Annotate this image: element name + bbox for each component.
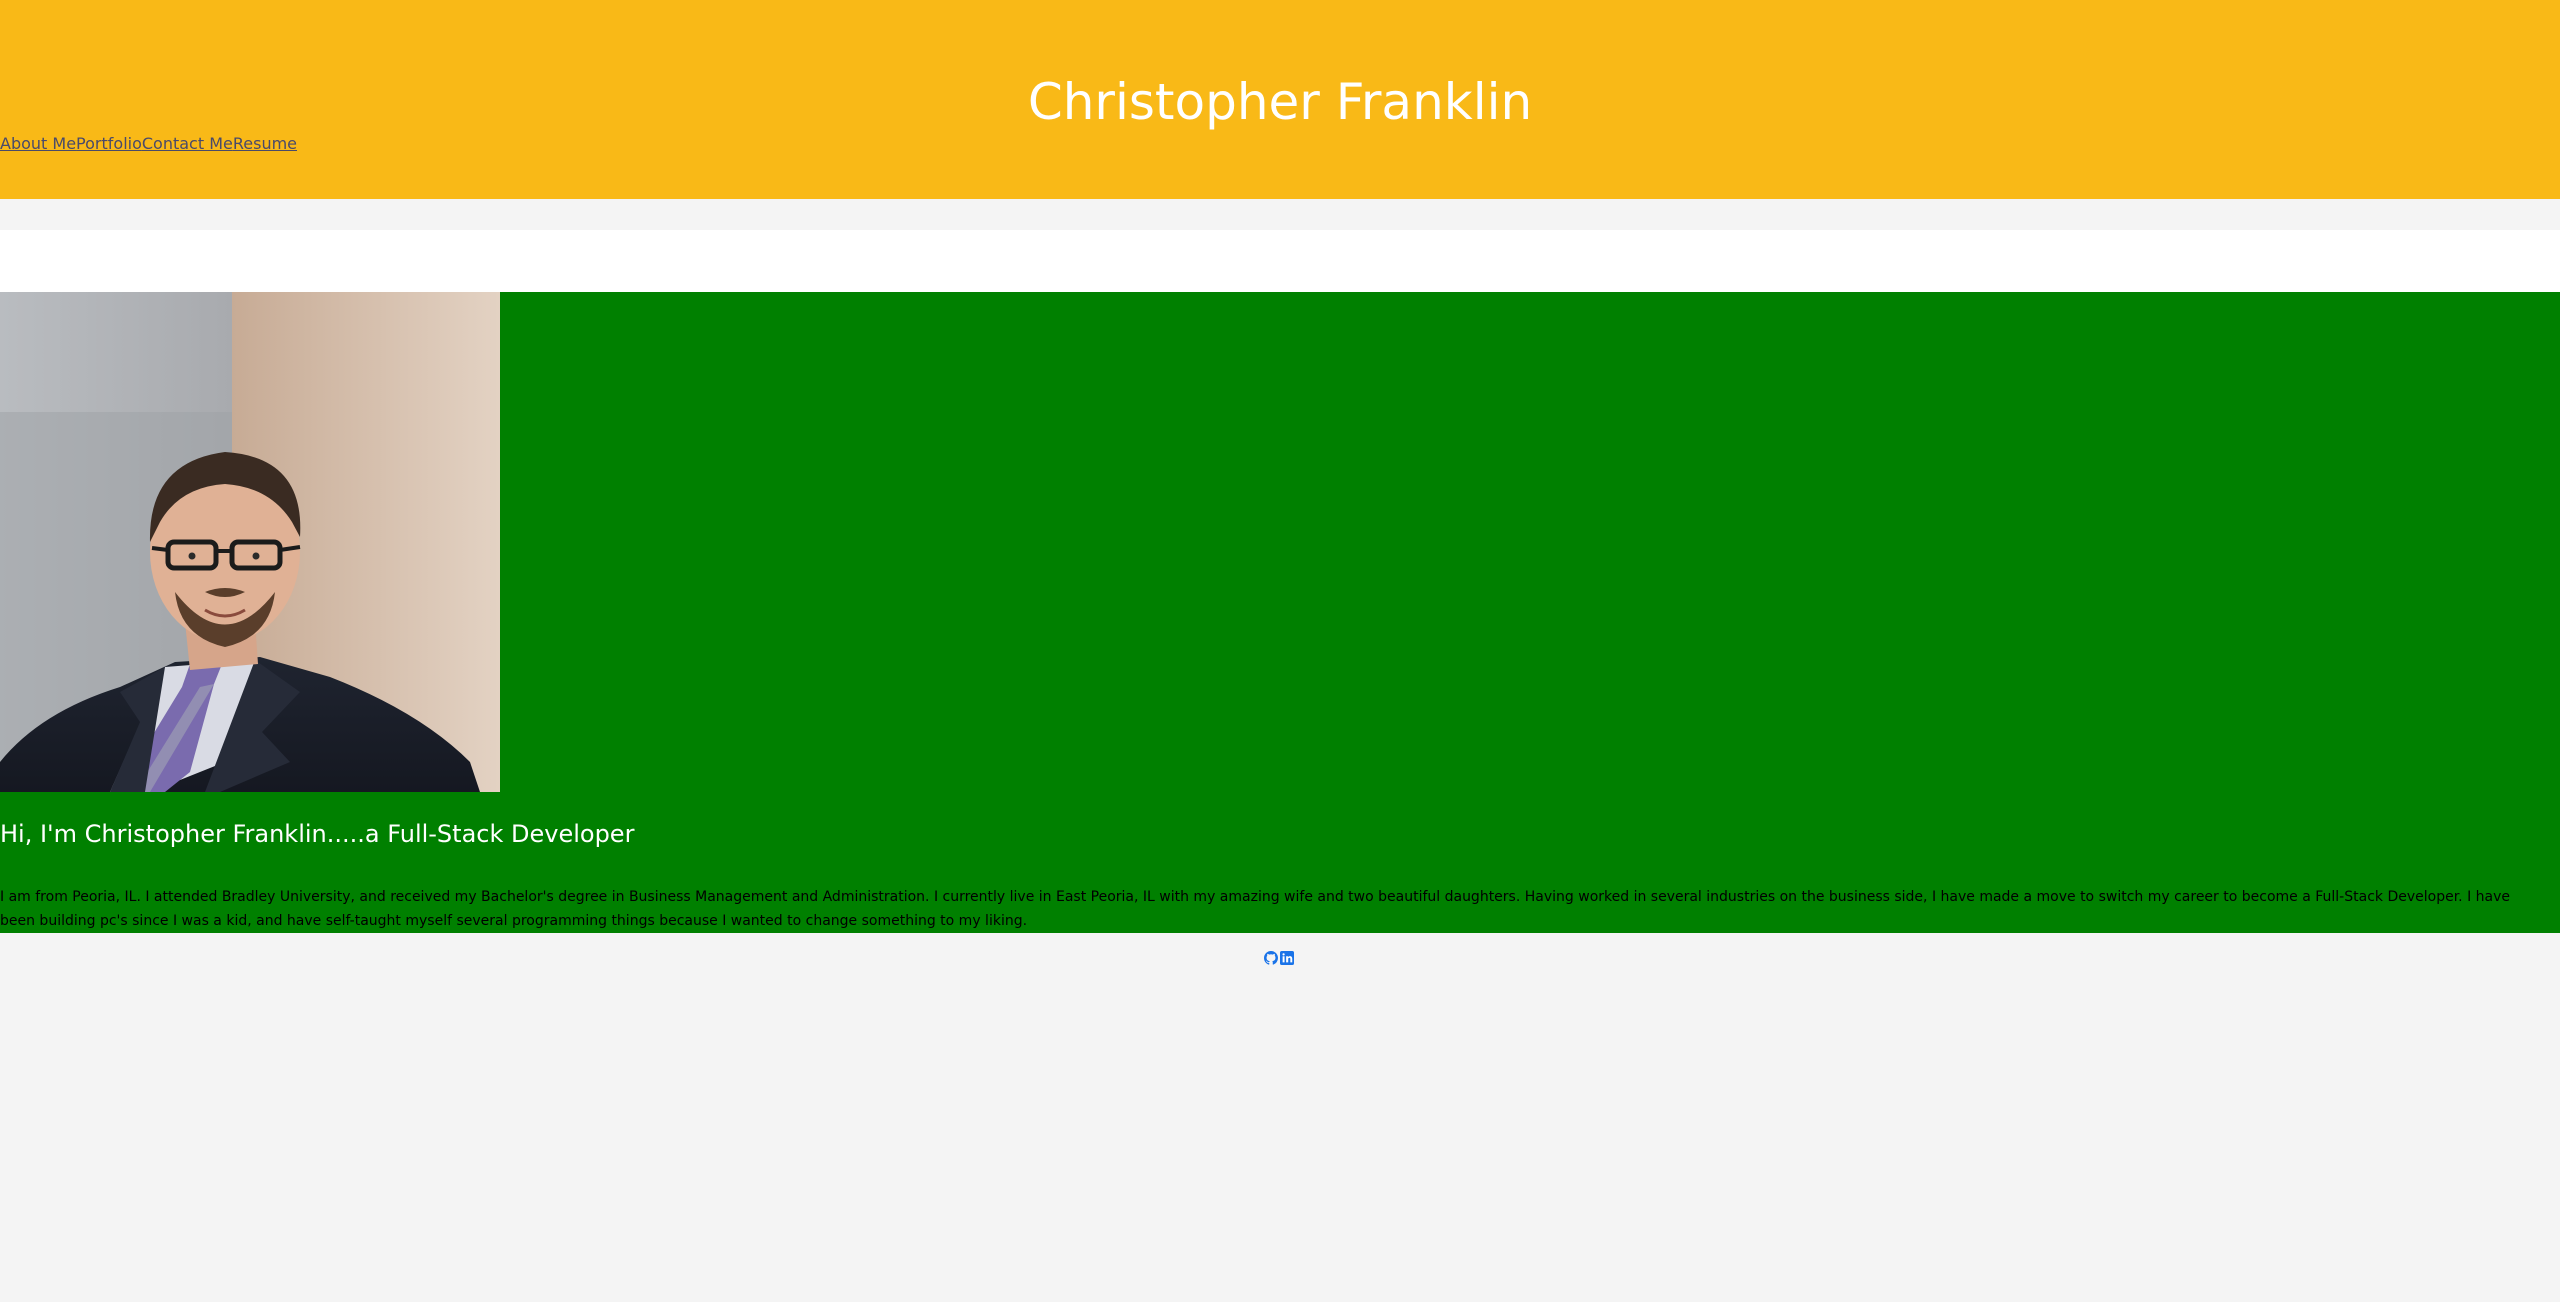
about-heading: Hi, I'm Christopher Franklin.....a Full-… (0, 820, 635, 848)
nav-link-about-me[interactable]: About Me (0, 134, 76, 154)
nav-link-resume[interactable]: Resume (233, 134, 297, 154)
about-bio: I am from Peoria, IL. I attended Bradley… (0, 889, 2510, 929)
social-links (1264, 950, 1294, 965)
profile-photo (0, 292, 500, 792)
main-nav: About Me Portfolio Contact Me Resume (0, 134, 297, 154)
site-header: Christopher Franklin About Me Portfolio … (0, 0, 2560, 199)
nav-link-contact-me[interactable]: Contact Me (142, 134, 233, 154)
linkedin-icon[interactable] (1280, 950, 1294, 965)
about-section: Hi, I'm Christopher Franklin.....a Full-… (0, 292, 2560, 933)
nav-link-portfolio[interactable]: Portfolio (76, 134, 142, 154)
spacer-band (0, 230, 2560, 292)
github-icon[interactable] (1264, 950, 1278, 965)
site-title: Christopher Franklin (1027, 73, 1533, 131)
